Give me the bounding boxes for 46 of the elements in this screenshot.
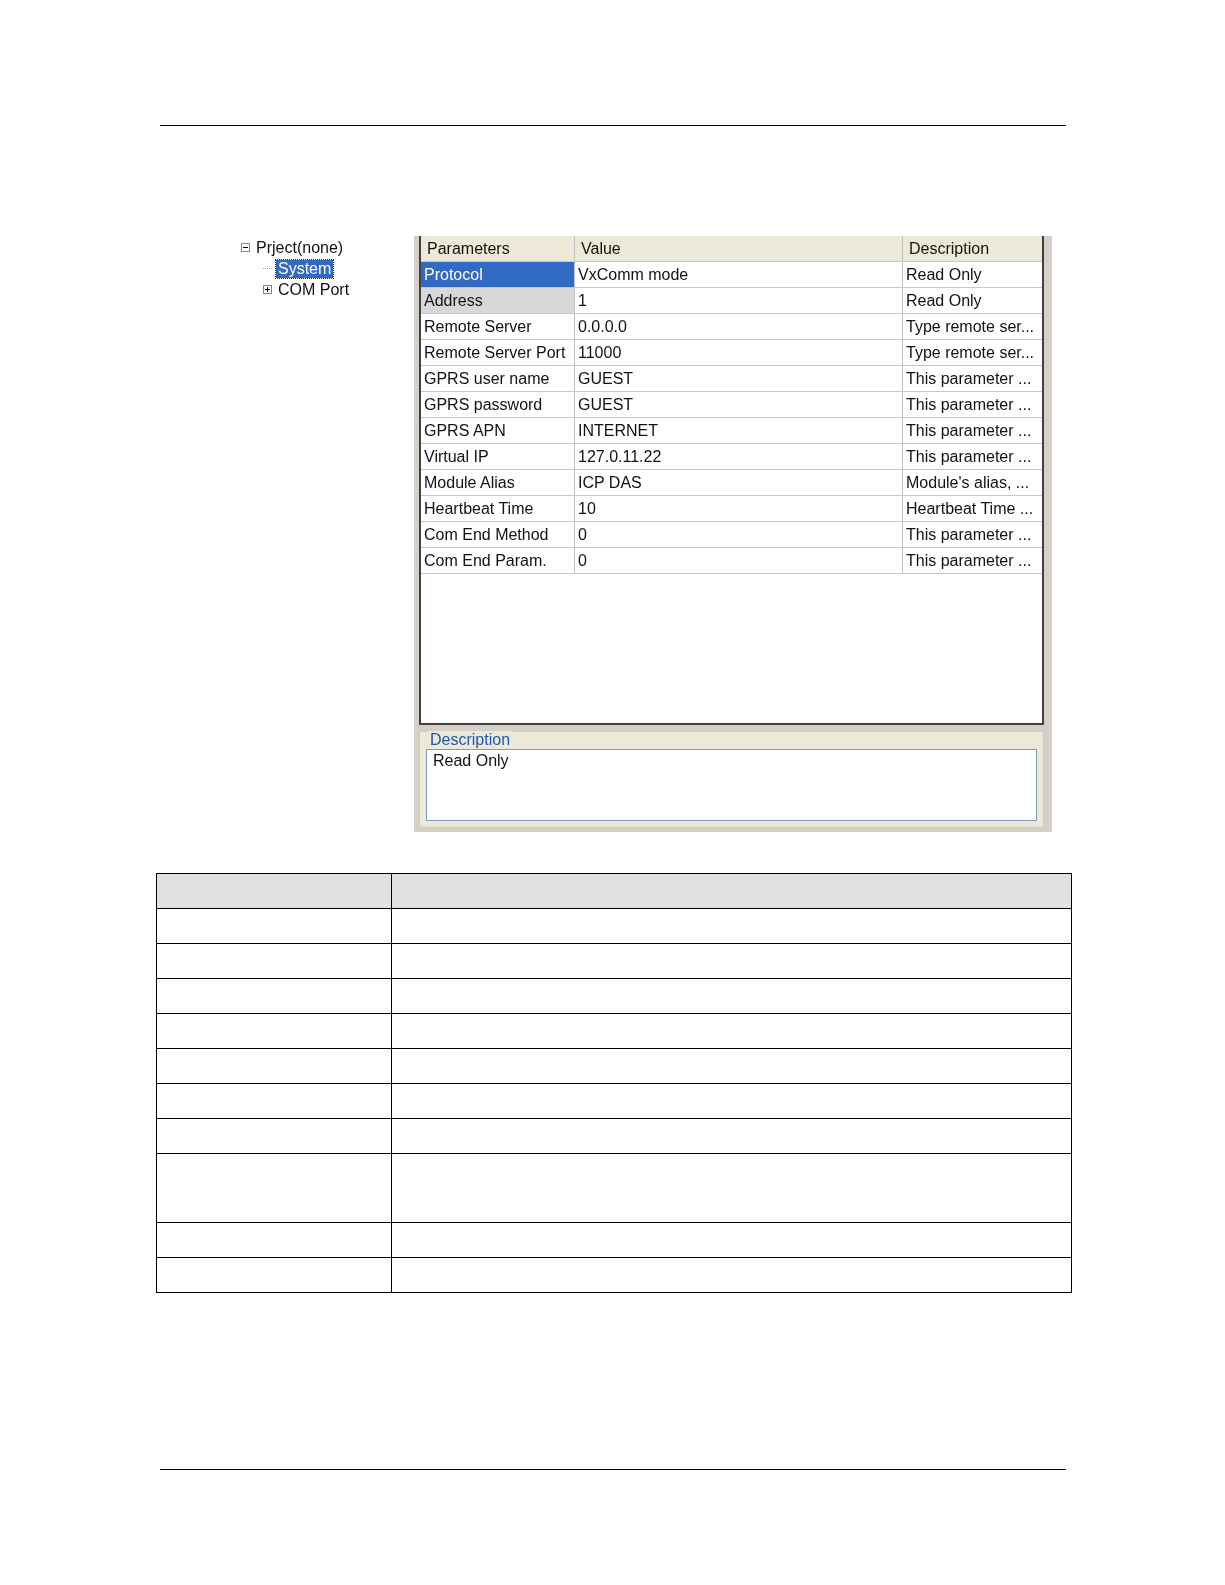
description-text: Read Only: [426, 749, 1037, 821]
value-cell[interactable]: 0: [575, 548, 903, 573]
description-cell-text: Module's alias, ...: [905, 472, 1031, 493]
parameter-cell[interactable]: Protocol: [421, 262, 575, 287]
expand-icon[interactable]: [263, 285, 272, 294]
description-cell-text: Read Only: [905, 290, 983, 311]
description-cell-text: This parameter ...: [905, 550, 1033, 571]
parameter-cell[interactable]: GPRS password: [421, 392, 575, 417]
description-cell-text: Read Only: [905, 264, 983, 285]
description-cell-text: This parameter ...: [905, 524, 1033, 545]
value-cell[interactable]: 0: [575, 522, 903, 547]
parameter-cell[interactable]: Com End Method: [421, 522, 575, 547]
description-cell-text: Type remote ser...: [905, 316, 1036, 337]
description-cell-text: This parameter ...: [905, 394, 1033, 415]
parameter-cell[interactable]: Remote Server Port: [421, 340, 575, 365]
description-cell-text: Heartbeat Time ...: [905, 498, 1035, 519]
parameter-cell[interactable]: Module Alias: [421, 470, 575, 495]
column-header[interactable]: Description: [903, 236, 1042, 261]
value-cell[interactable]: INTERNET: [575, 418, 903, 443]
value-cell[interactable]: ICP DAS: [575, 470, 903, 495]
value-cell[interactable]: 1: [575, 288, 903, 313]
parameter-cell[interactable]: Address: [421, 288, 575, 313]
column-header[interactable]: Parameters: [421, 236, 575, 261]
description-cell-text: This parameter ...: [905, 420, 1033, 441]
description-cell-text: Type remote ser...: [905, 342, 1036, 363]
value-cell[interactable]: GUEST: [575, 392, 903, 417]
parameter-cell[interactable]: Remote Server: [421, 314, 575, 339]
value-cell[interactable]: 0.0.0.0: [575, 314, 903, 339]
parameter-cell[interactable]: Com End Param.: [421, 548, 575, 573]
column-header[interactable]: Value: [575, 236, 903, 261]
description-cell-text: This parameter ...: [905, 446, 1033, 467]
collapse-icon[interactable]: [241, 243, 250, 252]
tree-item[interactable]: Prject(none): [254, 238, 346, 257]
parameter-cell[interactable]: GPRS user name: [421, 366, 575, 391]
parameter-cell[interactable]: GPRS APN: [421, 418, 575, 443]
parameter-cell[interactable]: Virtual IP: [421, 444, 575, 469]
tree-item[interactable]: COM Port: [276, 280, 352, 299]
description-cell-text: This parameter ...: [905, 368, 1033, 389]
value-cell[interactable]: VxComm mode: [575, 262, 903, 287]
value-cell[interactable]: 127.0.11.22: [575, 444, 903, 469]
tree-item[interactable]: System: [276, 259, 334, 278]
parameter-cell[interactable]: Heartbeat Time: [421, 496, 575, 521]
value-cell[interactable]: 11000: [575, 340, 903, 365]
value-cell[interactable]: 10: [575, 496, 903, 521]
group-title: Description: [428, 731, 513, 749]
value-cell[interactable]: GUEST: [575, 366, 903, 391]
